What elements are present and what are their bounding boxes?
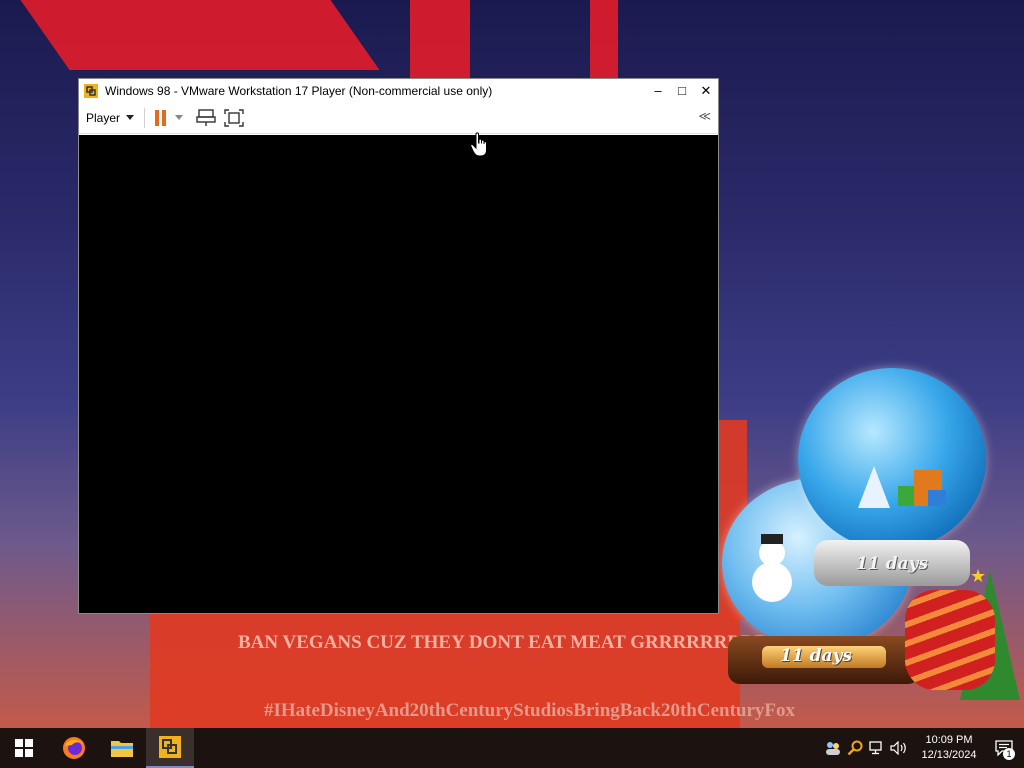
window-titlebar[interactable]: Windows 98 - VMware Workstation 17 Playe… (79, 79, 718, 102)
gift-icon (928, 490, 946, 506)
minimize-button[interactable]: – (646, 79, 670, 102)
pause-icon (155, 109, 160, 126)
start-button[interactable] (0, 728, 48, 768)
snowman-icon (752, 534, 792, 610)
tree-icon (858, 466, 890, 508)
taskbar-vmware-player[interactable] (146, 728, 194, 768)
volume-icon[interactable] (888, 728, 910, 768)
vmware-icon (159, 736, 181, 758)
wallpaper-logo-shape (410, 0, 470, 78)
vm-display-area[interactable] (79, 135, 718, 613)
wallpaper-logo-shape (590, 0, 618, 78)
maximize-button[interactable]: □ (670, 79, 694, 102)
player-menu-label: Player (86, 110, 121, 125)
taskbar-firefox[interactable] (50, 728, 98, 768)
system-tray: 10:09 PM 12/13/2024 1 (822, 728, 1024, 768)
wallpaper-logo-shape (20, 0, 380, 70)
collapse-toolbar-button[interactable]: ≪ (698, 109, 711, 123)
star-icon: ★ (970, 566, 987, 586)
pause-button[interactable] (155, 109, 184, 126)
fullscreen-button[interactable] (223, 107, 245, 129)
magnifier-icon (847, 740, 863, 756)
player-menu-button[interactable]: Player (86, 110, 135, 125)
taskbar-file-explorer[interactable] (98, 728, 146, 768)
network-glyph-icon (869, 741, 882, 755)
fullscreen-icon (224, 108, 244, 127)
close-button[interactable]: ✕ (694, 79, 718, 102)
people-glyph-icon (826, 742, 840, 755)
network-icon[interactable] (866, 728, 888, 768)
send-ctrl-alt-del-button[interactable] (195, 107, 217, 129)
network-computer-icon (196, 108, 216, 126)
action-center-button[interactable]: 1 (984, 728, 1024, 768)
snow-globe-gifts (798, 368, 986, 550)
clock-date: 12/13/2024 (921, 749, 977, 761)
hand-cursor-icon (470, 132, 487, 157)
people-icon[interactable] (822, 728, 844, 768)
vm-toolbar: Player ≪ (79, 102, 718, 134)
window-title: Windows 98 - VMware Workstation 17 Playe… (105, 83, 493, 98)
windows-logo-icon (15, 739, 33, 757)
wallpaper-text: BAN VEGANS CUZ THEY DONT EAT MEAT GRRRRR… (238, 632, 796, 653)
notification-count-badge: 1 (1003, 748, 1015, 760)
taskbar-clock[interactable]: 10:09 PM 12/13/2024 (914, 733, 984, 763)
vmware-player-window[interactable]: Windows 98 - VMware Workstation 17 Playe… (78, 78, 719, 614)
countdown-label-bottom: 11 days (780, 646, 852, 666)
speaker-icon (890, 741, 906, 755)
toolbar-divider (144, 107, 146, 128)
taskbar: 10:09 PM 12/13/2024 1 (0, 728, 1024, 768)
chevron-down-icon (126, 115, 135, 120)
pause-icon-bar (162, 109, 167, 126)
wallpaper-hashtag: #IHateDisneyAnd20thCenturyStudiosBringBa… (264, 700, 795, 721)
vmware-app-icon (84, 83, 98, 98)
countdown-label-top: 11 days (856, 554, 928, 574)
search-tray-icon[interactable] (844, 728, 866, 768)
clock-time: 10:09 PM (925, 734, 973, 746)
firefox-icon (63, 737, 85, 759)
pause-dropdown-icon[interactable] (175, 115, 184, 120)
ribbon-decoration (905, 590, 995, 690)
folder-icon (111, 741, 133, 757)
